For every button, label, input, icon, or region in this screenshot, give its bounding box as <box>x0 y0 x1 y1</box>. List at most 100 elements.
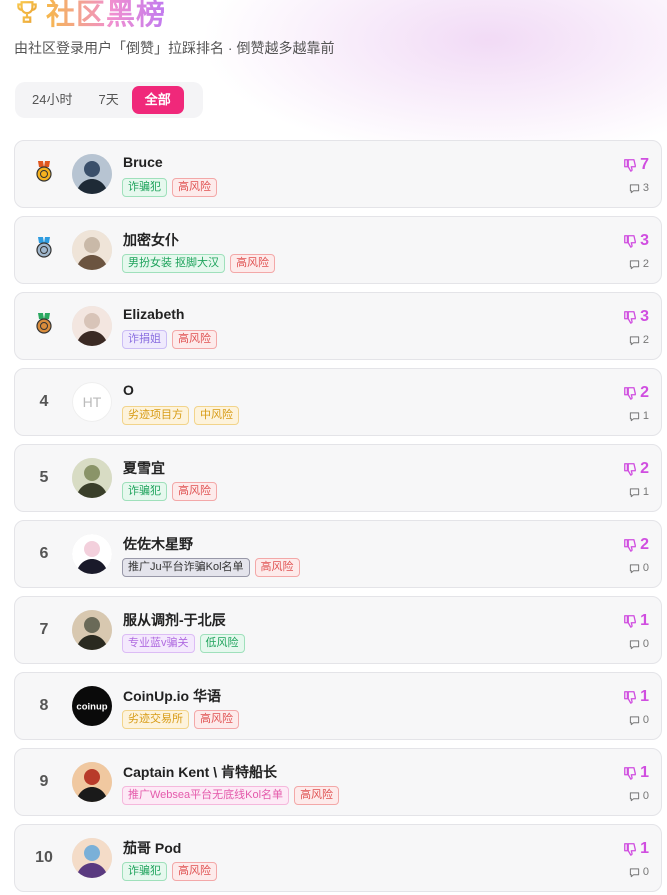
avatar[interactable] <box>72 230 112 270</box>
avatar-initials: HT <box>72 382 112 422</box>
comment-count-button[interactable]: 0 <box>629 790 649 802</box>
trophy-icon <box>17 1 37 23</box>
ranking-row[interactable]: 5 夏雪宜 诈骗犯 高风险 2 1 <box>14 444 662 512</box>
bronze-medal-icon <box>35 312 53 340</box>
tab-all[interactable]: 全部 <box>131 86 184 114</box>
tag-list: 诈骗犯 高风险 <box>122 178 217 197</box>
rank-number: 4 <box>39 393 49 410</box>
tag: 低风险 <box>199 634 245 653</box>
comment-count-button[interactable]: 0 <box>629 714 649 726</box>
downvote-count: 7 <box>640 156 649 173</box>
ranking-row[interactable]: 6 佐佐木星野 推广Ju平台诈骗Kol名单 高风险 2 0 <box>14 520 662 588</box>
tag: 专业蓝v骗关 <box>122 634 195 653</box>
downvote-count: 1 <box>640 764 649 781</box>
avatar[interactable]: HT <box>72 382 112 422</box>
downvote-button[interactable]: 1 <box>623 612 649 630</box>
downvote-count: 1 <box>640 840 649 857</box>
tag-list: 诈骗犯 高风险 <box>122 862 217 881</box>
tag-list: 劣迹交易所 高风险 <box>122 710 239 729</box>
avatar[interactable] <box>72 838 112 878</box>
avatar[interactable] <box>72 306 112 346</box>
tag: 诈骗犯 <box>122 178 167 197</box>
user-name[interactable]: 夏雪宜 <box>123 458 165 478</box>
downvote-count: 1 <box>640 612 649 629</box>
tag: 推广Websea平台无底线Kol名单 <box>122 786 290 805</box>
user-name[interactable]: CoinUp.io 华语 <box>123 686 221 706</box>
tag: 推广Ju平台诈骗Kol名单 <box>122 558 250 577</box>
user-name[interactable]: Captain Kent \ 肯特船长 <box>123 762 277 782</box>
user-name[interactable]: Bruce <box>123 154 163 170</box>
comment-count-button[interactable]: 0 <box>629 562 649 574</box>
comment-count-button[interactable]: 2 <box>629 258 649 270</box>
avatar[interactable] <box>72 762 112 802</box>
page-subtitle: 由社区登录用户「倒赞」拉踩排名 · 倒赞越多越靠前 <box>14 40 335 56</box>
avatar[interactable] <box>72 534 112 574</box>
comment-count: 3 <box>642 182 649 194</box>
tag: 高风险 <box>172 330 217 349</box>
downvote-button[interactable]: 3 <box>623 232 649 250</box>
tag-list: 诈捐姐 高风险 <box>122 330 217 349</box>
tag: 高风险 <box>254 558 300 577</box>
user-name[interactable]: Elizabeth <box>123 306 184 322</box>
rank-medal <box>15 293 73 359</box>
thumbs-down-icon <box>623 158 640 172</box>
avatar[interactable] <box>72 154 112 194</box>
downvote-count: 2 <box>640 536 649 553</box>
tag: 高风险 <box>194 710 239 729</box>
comment-count: 2 <box>642 334 649 346</box>
tag: 高风险 <box>230 254 276 273</box>
downvote-button[interactable]: 1 <box>623 688 649 706</box>
comment-count-button[interactable]: 1 <box>629 486 649 498</box>
avatar[interactable]: coinup <box>72 686 112 726</box>
rank-number: 8 <box>39 697 49 714</box>
gold-medal-icon <box>35 160 53 188</box>
user-name[interactable]: 茄哥 Pod <box>123 838 181 858</box>
downvote-button[interactable]: 2 <box>623 460 649 478</box>
rank-number: 9 <box>39 773 49 790</box>
ranking-row[interactable]: 10 茄哥 Pod 诈骗犯 高风险 1 0 <box>14 824 662 892</box>
silver-medal-icon <box>35 236 53 264</box>
comment-icon <box>629 715 643 726</box>
user-name[interactable]: 佐佐木星野 <box>123 534 193 554</box>
tag: 男扮女装 抠脚大汉 <box>122 254 226 273</box>
ranking-row[interactable]: 7 服从调剂-于北辰 专业蓝v骗关 低风险 1 0 <box>14 596 662 664</box>
downvote-button[interactable]: 3 <box>623 308 649 326</box>
tag-list: 专业蓝v骗关 低风险 <box>122 634 245 653</box>
thumbs-down-icon <box>623 766 640 780</box>
ranking-row[interactable]: 4 HT O 劣迹项目方 中风险 2 1 <box>14 368 662 436</box>
ranking-row[interactable]: Elizabeth 诈捐姐 高风险 3 2 <box>14 292 662 360</box>
rank-number: 5 <box>39 469 49 486</box>
thumbs-down-icon <box>623 386 640 400</box>
comment-count-button[interactable]: 0 <box>629 638 649 650</box>
user-name[interactable]: 服从调剂-于北辰 <box>123 610 226 630</box>
downvote-button[interactable]: 7 <box>623 156 649 174</box>
comment-count-button[interactable]: 3 <box>629 182 649 194</box>
comment-count: 1 <box>642 410 649 422</box>
tag: 高风险 <box>294 786 340 805</box>
comment-icon <box>629 259 643 270</box>
comment-count-button[interactable]: 1 <box>629 410 649 422</box>
ranking-row[interactable]: 9 Captain Kent \ 肯特船长 推广Websea平台无底线Kol名单… <box>14 748 662 816</box>
avatar[interactable] <box>72 610 112 650</box>
comment-icon <box>629 411 643 422</box>
ranking-row[interactable]: Bruce 诈骗犯 高风险 7 3 <box>14 140 662 208</box>
rank-number: 10 <box>35 849 53 866</box>
avatar[interactable] <box>72 458 112 498</box>
tab-24h[interactable]: 24小时 <box>19 86 85 114</box>
comment-count-button[interactable]: 0 <box>629 866 649 878</box>
user-name[interactable]: 加密女仆 <box>123 230 179 250</box>
comment-count: 1 <box>642 486 649 498</box>
comment-count: 2 <box>642 258 649 270</box>
thumbs-down-icon <box>623 538 640 552</box>
downvote-button[interactable]: 2 <box>623 384 649 402</box>
user-name[interactable]: O <box>123 382 134 398</box>
thumbs-down-icon <box>623 234 640 248</box>
downvote-button[interactable]: 1 <box>623 764 649 782</box>
tab-7d[interactable]: 7天 <box>85 86 131 114</box>
tag: 高风险 <box>172 482 217 501</box>
downvote-button[interactable]: 2 <box>623 536 649 554</box>
comment-count-button[interactable]: 2 <box>629 334 649 346</box>
ranking-row[interactable]: 加密女仆 男扮女装 抠脚大汉 高风险 3 2 <box>14 216 662 284</box>
downvote-button[interactable]: 1 <box>623 840 649 858</box>
ranking-row[interactable]: 8 coinup CoinUp.io 华语 劣迹交易所 高风险 1 0 <box>14 672 662 740</box>
